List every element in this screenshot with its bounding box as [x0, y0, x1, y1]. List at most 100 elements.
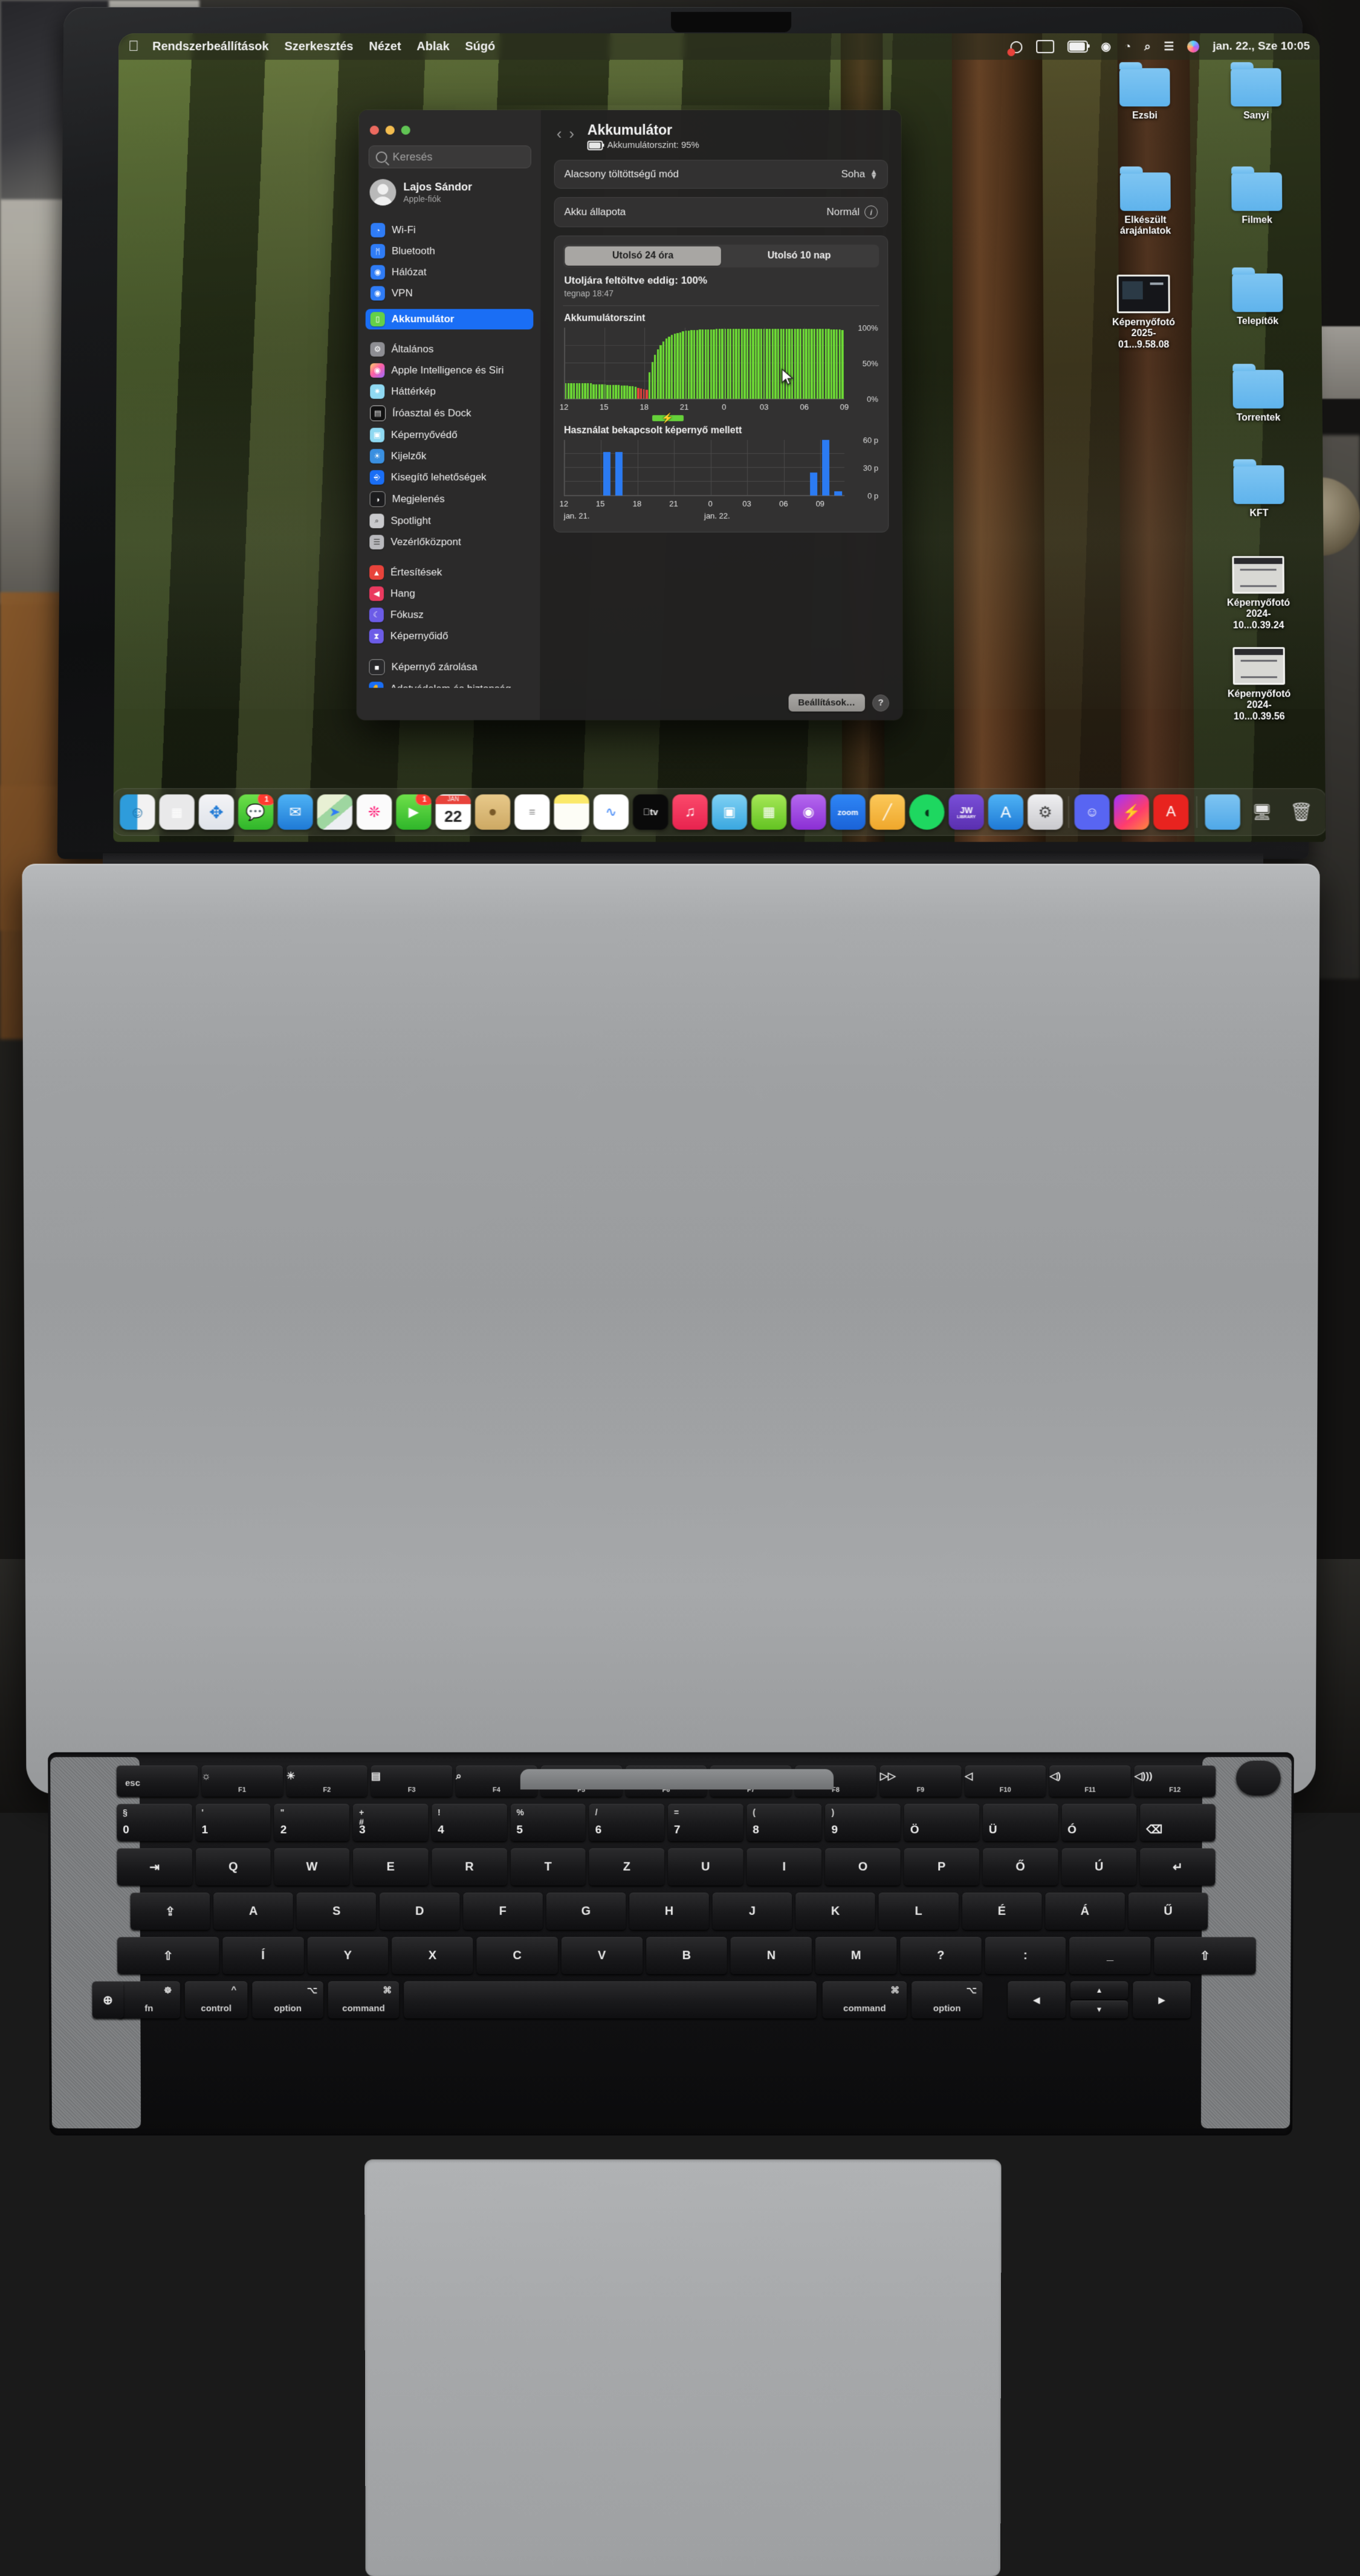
key-N[interactable]: N: [731, 1937, 812, 1974]
sidebar-item-megjelenes[interactable]: ◑ Megjelenés: [364, 488, 533, 510]
settings-button[interactable]: Beállítások…: [788, 694, 865, 711]
sidebar-item-hatterkep[interactable]: ✷ Háttérkép: [365, 381, 533, 402]
key-0[interactable]: §0: [117, 1804, 192, 1841]
touch-id-power-button[interactable]: [1236, 1761, 1281, 1796]
dock-app-launchpad[interactable]: ▦: [159, 795, 195, 830]
dock-app-numbers[interactable]: ▦: [751, 795, 786, 830]
key-Y[interactable]: Y: [307, 1937, 388, 1974]
key-B[interactable]: B: [646, 1937, 727, 1974]
sidebar-item-kisegito-lehetosegek[interactable]: ⎆ Kisegítő lehetőségek: [365, 467, 533, 488]
key-F12[interactable]: ◁)))F12: [1135, 1766, 1216, 1797]
dock-app-music[interactable]: ♫: [672, 795, 707, 830]
desktop-icon-ezsbi[interactable]: Ezsbi: [1109, 68, 1181, 122]
key-F10[interactable]: ◁F10: [965, 1766, 1046, 1797]
key-J[interactable]: J: [713, 1893, 792, 1929]
key-Z[interactable]: Z: [589, 1848, 664, 1886]
sidebar-item-adatvedelem-es-biztonsag[interactable]: ✋ Adatvédelem és biztonság: [364, 679, 533, 688]
key-F1[interactable]: ☼F1: [201, 1766, 282, 1797]
key-Ó[interactable]: Ó: [1061, 1804, 1136, 1841]
battery-health-card[interactable]: Akku állapota Normál i: [554, 198, 889, 228]
menu-item-help[interactable]: Súgó: [465, 40, 495, 54]
apple-account-row[interactable]: Lajos Sándor Apple-fiók: [358, 178, 540, 215]
key-F9[interactable]: ▷▷F9: [880, 1766, 961, 1797]
dropbox-icon[interactable]: ◯: [1010, 41, 1023, 53]
desktop-icon-elkeszult-arajanlatok[interactable]: Elkészült árajánlatok: [1109, 172, 1182, 237]
search-input[interactable]: Keresés: [369, 146, 531, 169]
key-M[interactable]: M: [815, 1937, 896, 1974]
key-3[interactable]: + #3: [353, 1804, 428, 1841]
key-F3[interactable]: ▤F3: [371, 1766, 452, 1797]
sidebar-item-hang[interactable]: ◀ Hang: [364, 583, 533, 604]
dock-app-discord[interactable]: ☺: [1074, 795, 1110, 830]
sidebar-item-ertesitesek[interactable]: ▲ Értesítések: [364, 562, 533, 583]
key-command[interactable]: ⌘command: [823, 1981, 907, 2018]
key-arrow-up[interactable]: ▲: [1070, 1981, 1128, 2000]
key-R[interactable]: R: [432, 1848, 507, 1886]
key-?[interactable]: ?: [900, 1937, 981, 1974]
sidebar-item-network[interactable]: ◉ Hálózat: [366, 262, 534, 283]
key-H[interactable]: H: [629, 1893, 709, 1929]
forward-button[interactable]: ›: [569, 122, 574, 141]
back-button[interactable]: ‹: [557, 122, 562, 141]
desktop-icon-sanyi[interactable]: Sanyi: [1220, 68, 1292, 122]
key-Ő[interactable]: Ő: [983, 1848, 1058, 1886]
desktop-icon-filmek[interactable]: Filmek: [1220, 172, 1293, 226]
key-É[interactable]: É: [962, 1893, 1041, 1929]
wifi-icon[interactable]: ◔: [1124, 41, 1132, 53]
sidebar-item-kepernyovedo[interactable]: ▣ Képernyővédő: [365, 425, 533, 445]
key-4[interactable]: !4: [432, 1804, 507, 1841]
low-power-mode-card[interactable]: Alacsony töltöttségű mód Soha ▲▼: [554, 160, 888, 189]
menubar-clock[interactable]: jan. 22., Sze 10:05: [1213, 40, 1310, 53]
info-icon[interactable]: i: [864, 206, 878, 219]
sidebar-item-kijelzok[interactable]: ☀ Kijelzők: [365, 446, 533, 466]
key-G[interactable]: G: [546, 1893, 626, 1929]
desktop-icon-screenshot-2024b[interactable]: Képernyőfotó 2024-10...0.39.56: [1222, 647, 1295, 723]
dock-app-jw-library[interactable]: JWLIBRARY: [948, 795, 983, 830]
menubar-status-area[interactable]: ◯ ◉ ◔ ⌕ ☰ jan. 22., Sze 10:05: [1010, 40, 1310, 53]
dock-app-pages[interactable]: ╱: [870, 795, 905, 830]
battery-health-row[interactable]: Akku állapota Normál i: [555, 198, 888, 227]
segment-last-10d[interactable]: Utolsó 10 nap: [721, 247, 877, 266]
content-footer[interactable]: Beállítások… ?: [788, 694, 889, 711]
chevron-updown-icon[interactable]: ▲▼: [870, 170, 878, 179]
key-arrow-left[interactable]: ◀: [1008, 1981, 1066, 2018]
key-D[interactable]: D: [380, 1893, 459, 1929]
help-button[interactable]: ?: [872, 694, 889, 711]
key-E[interactable]: E: [353, 1848, 428, 1886]
dock-app-reminders[interactable]: ≡: [514, 795, 549, 830]
dock-app-freeform[interactable]: ∿: [594, 795, 629, 830]
now-playing-icon[interactable]: ◉: [1101, 41, 1111, 53]
menu-item-edit[interactable]: Szerkesztés: [284, 40, 353, 54]
key-I[interactable]: I: [746, 1848, 821, 1886]
close-button[interactable]: [370, 126, 379, 135]
dock-app-photos[interactable]: ❊: [357, 795, 392, 830]
sidebar-item-akkumulator[interactable]: ▯ Akkumulátor: [366, 309, 534, 329]
key-Q[interactable]: Q: [196, 1848, 271, 1886]
sidebar-item-altalanos[interactable]: ⚙ Általános: [365, 339, 533, 360]
dock-recent-items[interactable]: 🖥: [1245, 795, 1280, 830]
key-⇧[interactable]: ⇧: [117, 1937, 219, 1974]
key-K[interactable]: K: [795, 1893, 875, 1929]
key-Ü[interactable]: Ü: [983, 1804, 1058, 1841]
key-P[interactable]: P: [904, 1848, 979, 1886]
dock[interactable]: ☺ ▦ ✥ 💬 1 ✉ ➤ ❊: [113, 788, 1326, 836]
dock-app-podcasts[interactable]: ◉: [791, 795, 826, 830]
key-arrow-down[interactable]: ▼: [1070, 2001, 1128, 2019]
trackpad[interactable]: [364, 2160, 1002, 2576]
key-globe[interactable]: ⊕: [92, 1981, 124, 2018]
dock-app-notes[interactable]: [554, 795, 589, 830]
zoom-button[interactable]: [401, 126, 410, 135]
desktop-icon-telepitok[interactable]: Telepítők: [1221, 274, 1294, 328]
dock-app-acrobat[interactable]: A: [1153, 795, 1189, 830]
dock-app-contacts[interactable]: ●: [475, 795, 510, 830]
key-space[interactable]: [404, 1981, 817, 2018]
battery-icon[interactable]: [1067, 40, 1088, 53]
sidebar-item-vpn[interactable]: ◉ VPN: [366, 283, 534, 303]
key-O[interactable]: O: [825, 1848, 900, 1886]
sidebar-item-vezerlokozpont[interactable]: ☰ Vezérlőközpont: [364, 532, 533, 552]
key-option[interactable]: ⌥option: [252, 1981, 323, 2018]
key-F11[interactable]: ◁)F11: [1049, 1766, 1130, 1797]
key-F2[interactable]: ☀F2: [287, 1766, 368, 1797]
settings-content-pane[interactable]: ‹ › Akkumulátor Akkumulátorszint: 95%: [540, 110, 902, 720]
key-5[interactable]: %5: [510, 1804, 585, 1841]
